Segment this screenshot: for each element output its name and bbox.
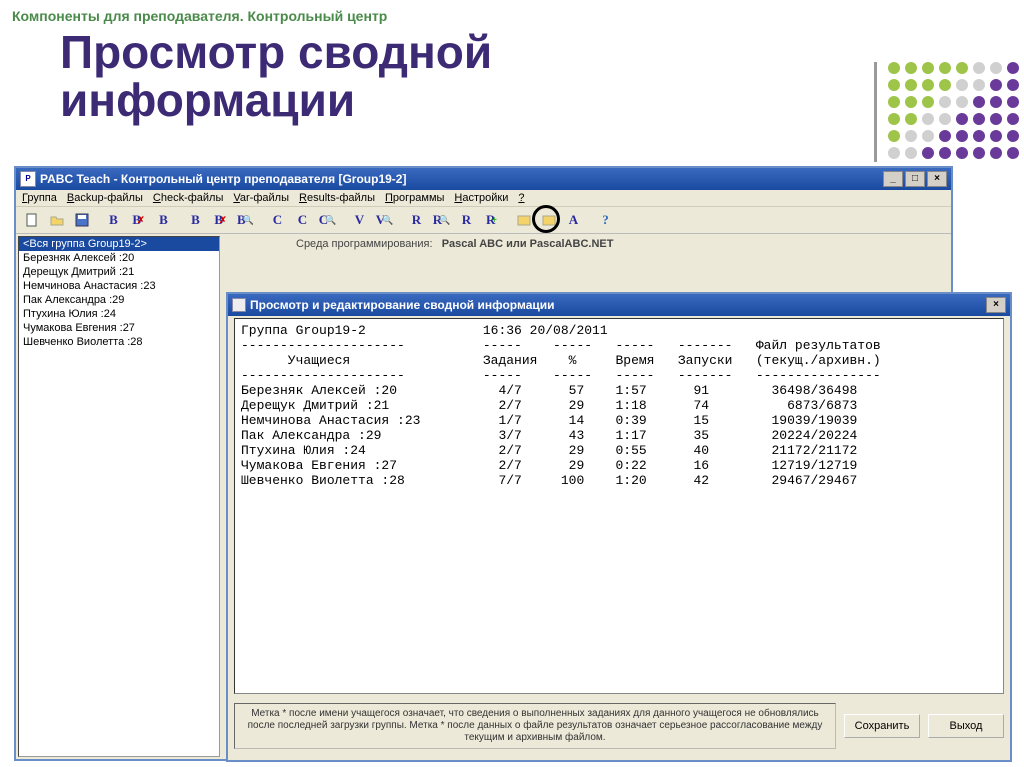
dialog-icon xyxy=(232,298,246,312)
save-button[interactable]: Сохранить xyxy=(844,714,920,738)
toolbar-g2-button[interactable] xyxy=(537,209,560,231)
toolbar-A-button[interactable]: A xyxy=(562,209,585,231)
title-line-1: Просмотр сводной xyxy=(60,26,492,78)
dialog-titlebar[interactable]: Просмотр и редактирование сводной информ… xyxy=(228,294,1010,316)
sidebar-item[interactable]: Немчинова Анастасия :23 xyxy=(19,279,219,293)
toolbar-open-button[interactable] xyxy=(45,209,68,231)
sidebar-item[interactable]: Шевченко Виолетта :28 xyxy=(19,335,219,349)
decorative-dots xyxy=(888,62,1021,161)
toolbar-Csearch-button[interactable]: C🔍 xyxy=(316,209,339,231)
maximize-button[interactable]: □ xyxy=(905,171,925,187)
toolbar-R-button[interactable]: R xyxy=(405,209,428,231)
toolbar: BB✗BBB✗B🔍CCC🔍VV🔍RR🔍RR+A? xyxy=(16,207,951,234)
decorative-divider xyxy=(874,62,877,162)
toolbar-B-button[interactable]: B xyxy=(184,209,207,231)
toolbar-Bsearch-button[interactable]: B🔍 xyxy=(234,209,257,231)
sidebar-item[interactable]: Березняк Алексей :20 xyxy=(19,251,219,265)
toolbar-b-export-button[interactable]: B✗ xyxy=(127,209,150,231)
main-title: PABC Teach - Контрольный центр преподава… xyxy=(40,172,406,186)
toolbar-b-open-button[interactable]: B xyxy=(102,209,125,231)
student-sidebar[interactable]: <Вся группа Group19-2>Березняк Алексей :… xyxy=(18,236,220,757)
title-line-2: информации xyxy=(60,74,355,126)
slide-title: Просмотр сводной информации xyxy=(0,24,1024,125)
app-icon: P xyxy=(20,171,36,187)
hint-text: Метка * после имени учащегося означает, … xyxy=(234,703,836,749)
menu-item[interactable]: Backup-файлы xyxy=(67,192,143,204)
sidebar-item[interactable]: Птухина Юлия :24 xyxy=(19,307,219,321)
sidebar-item[interactable]: Пак Александра :29 xyxy=(19,293,219,307)
sidebar-item[interactable]: Чумакова Евгения :27 xyxy=(19,321,219,335)
toolbar-Bx-button[interactable]: B✗ xyxy=(209,209,232,231)
menu-item[interactable]: Программы xyxy=(385,192,444,204)
toolbar-C-button[interactable]: C xyxy=(266,209,289,231)
toolbar-V-button[interactable]: V xyxy=(348,209,371,231)
env-label: Среда программирования: xyxy=(296,238,433,250)
menu-item[interactable]: Группа xyxy=(22,192,57,204)
toolbar-g1-button[interactable] xyxy=(512,209,535,231)
toolbar-new-button[interactable] xyxy=(20,209,43,231)
menu-item[interactable]: ? xyxy=(518,192,524,204)
menu-item[interactable]: Results-файлы xyxy=(299,192,375,204)
sidebar-item-all[interactable]: <Вся группа Group19-2> xyxy=(19,237,219,251)
toolbar-save-button[interactable] xyxy=(70,209,93,231)
menu-item[interactable]: Настройки xyxy=(454,192,508,204)
summary-dialog: Просмотр и редактирование сводной информ… xyxy=(226,292,1012,762)
toolbar-Rp-button[interactable]: R xyxy=(455,209,478,231)
summary-textarea[interactable]: Группа Group19-2 16:36 20/08/2011 ------… xyxy=(234,318,1004,694)
toolbar-b-refresh-button[interactable]: B xyxy=(152,209,175,231)
env-label-row: Среда программирования: Pascal ABC или P… xyxy=(296,238,613,250)
toolbar-Rplus-button[interactable]: R+ xyxy=(480,209,503,231)
main-titlebar[interactable]: P PABC Teach - Контрольный центр препода… xyxy=(16,168,951,190)
sidebar-item[interactable]: Дерещук Дмитрий :21 xyxy=(19,265,219,279)
dialog-title: Просмотр и редактирование сводной информ… xyxy=(250,298,555,312)
menu-item[interactable]: Var-файлы xyxy=(233,192,289,204)
env-value: Pascal ABC или PascalABC.NET xyxy=(442,238,614,250)
menu-item[interactable]: Check-файлы xyxy=(153,192,224,204)
slide-breadcrumb: Компоненты для преподавателя. Контрольны… xyxy=(0,0,1024,24)
close-button[interactable]: × xyxy=(927,171,947,187)
exit-button[interactable]: Выход xyxy=(928,714,1004,738)
minimize-button[interactable]: _ xyxy=(883,171,903,187)
toolbar-Cc-button[interactable]: C xyxy=(291,209,314,231)
menubar: Группа Backup-файлы Check-файлы Var-файлы Re… xyxy=(16,190,951,207)
toolbar-Rsearch-button[interactable]: R🔍 xyxy=(430,209,453,231)
toolbar-Vsearch-button[interactable]: V🔍 xyxy=(373,209,396,231)
toolbar-help-button[interactable]: ? xyxy=(594,209,617,231)
dialog-close-button[interactable]: × xyxy=(986,297,1006,313)
